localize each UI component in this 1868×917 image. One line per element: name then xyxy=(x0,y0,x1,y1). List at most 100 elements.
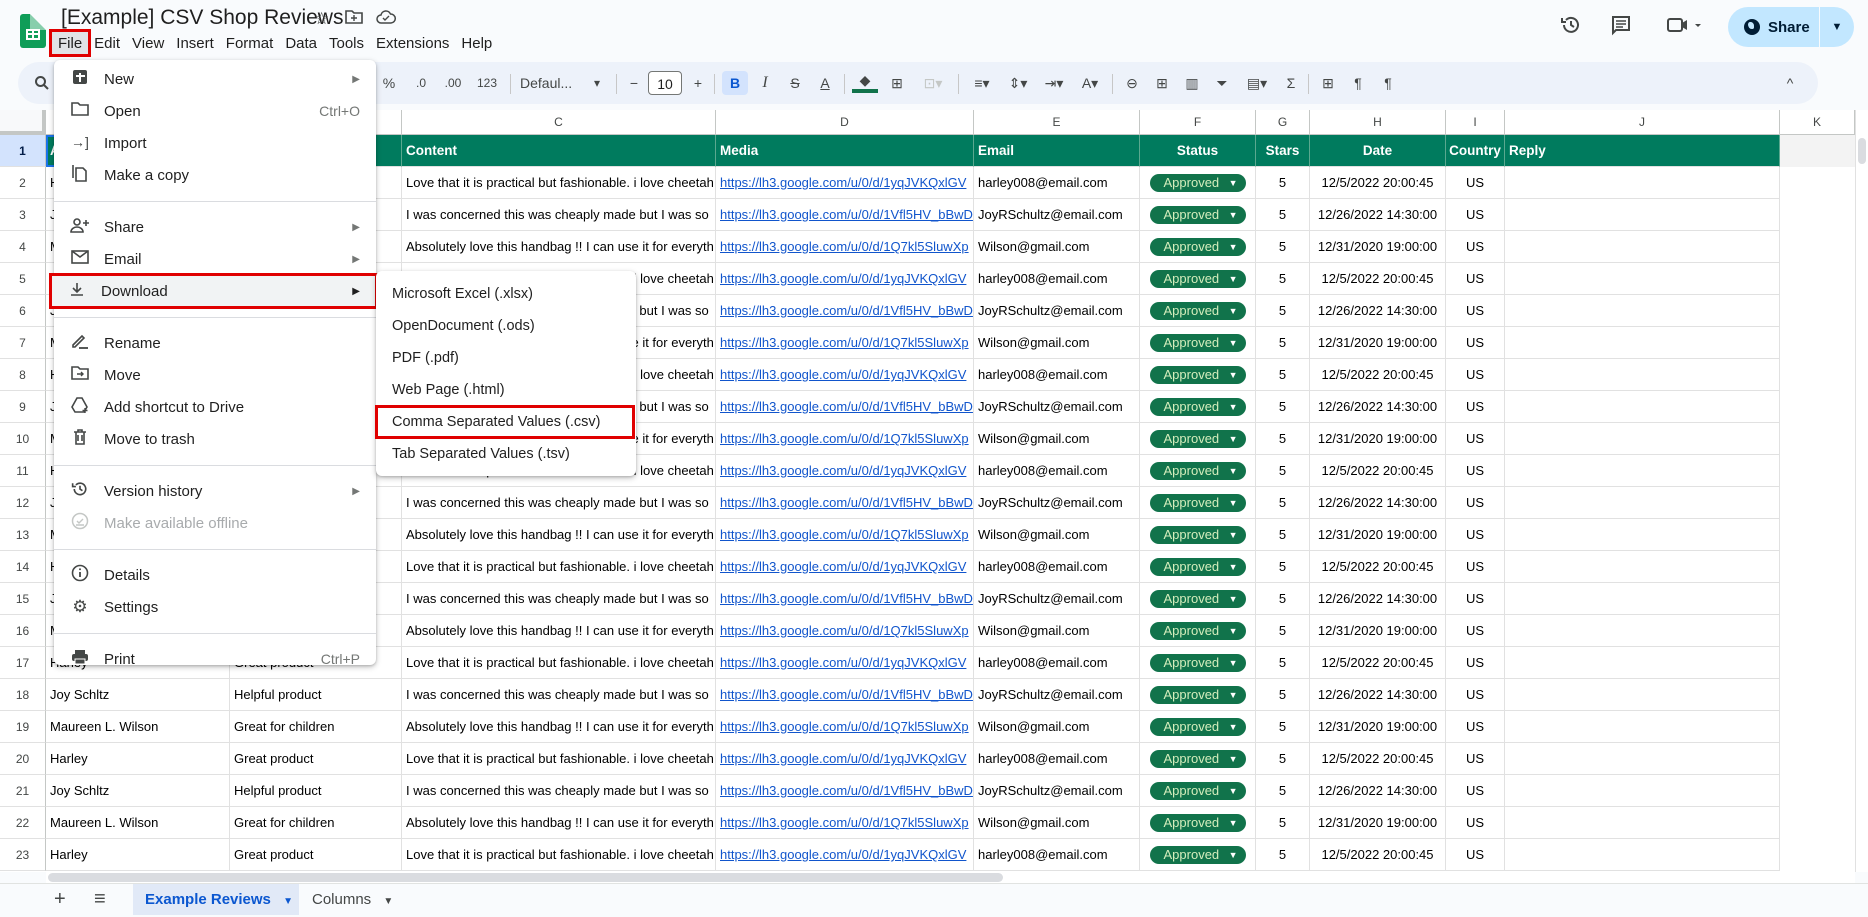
table-cell[interactable]: 12/26/2022 14:30:00 xyxy=(1310,583,1446,615)
table-cell[interactable]: Wilson@gmail.com xyxy=(974,231,1140,263)
media-link[interactable]: https://lh3.google.com/u/0/d/1Vfl5HV_bBw… xyxy=(720,687,973,702)
fill-color-icon[interactable]: ◆ xyxy=(852,71,878,93)
table-cell[interactable]: 5 xyxy=(1256,551,1310,583)
bold-button[interactable]: B xyxy=(722,71,748,95)
table-cell[interactable]: I was concerned this was cheaply made bu… xyxy=(402,487,716,519)
table-cell[interactable]: Approved ▼ xyxy=(1140,359,1256,391)
table-cell[interactable]: Approved ▼ xyxy=(1140,455,1256,487)
table-cell[interactable]: 5 xyxy=(1256,807,1310,839)
table-cell[interactable]: JoyRSchultz@email.com xyxy=(974,679,1140,711)
vertical-scrollbar[interactable] xyxy=(1855,110,1868,872)
table-cell[interactable]: Absolutely love this handbag !! I can us… xyxy=(402,807,716,839)
table-cell[interactable]: US xyxy=(1446,839,1505,871)
table-cell[interactable]: 5 xyxy=(1256,775,1310,807)
table-cell[interactable]: Approved ▼ xyxy=(1140,263,1256,295)
table-cell[interactable] xyxy=(1505,743,1780,775)
table-cell[interactable]: 12/5/2022 20:00:45 xyxy=(1310,647,1446,679)
header-cell[interactable]: Content xyxy=(402,135,716,167)
column-header-e[interactable]: E xyxy=(974,110,1140,135)
table-cell[interactable]: https://lh3.google.com/u/0/d/1yqJVKQxlGV xyxy=(716,263,974,295)
table-cell[interactable]: Love that it is practical but fashionabl… xyxy=(402,551,716,583)
table-cell[interactable] xyxy=(1505,679,1780,711)
table-cell[interactable]: https://lh3.google.com/u/0/d/1Q7kl5SluwX… xyxy=(716,327,974,359)
row-header[interactable]: 3 xyxy=(0,199,46,231)
table-cell[interactable]: https://lh3.google.com/u/0/d/1yqJVKQxlGV xyxy=(716,647,974,679)
table-cell[interactable]: Approved ▼ xyxy=(1140,167,1256,199)
table-cell[interactable]: Great product xyxy=(230,839,402,871)
status-badge[interactable]: Approved ▼ xyxy=(1149,653,1246,672)
table-cell[interactable]: 5 xyxy=(1256,231,1310,263)
table-cell[interactable]: 5 xyxy=(1256,487,1310,519)
menu-file[interactable]: File xyxy=(48,29,92,57)
table-cell[interactable]: Joy Schltz xyxy=(46,775,230,807)
text-wrapping-icon[interactable]: ⇥▾ xyxy=(1038,71,1070,95)
table-cell[interactable]: JoyRSchultz@email.com xyxy=(974,391,1140,423)
row-header[interactable]: 7 xyxy=(0,327,46,359)
file-menu-item-new[interactable]: New ▶ xyxy=(54,63,376,95)
column-header-k[interactable]: K xyxy=(1780,110,1855,135)
download-option-pdf[interactable]: PDF (.pdf) xyxy=(376,342,636,374)
menu-view[interactable]: View xyxy=(126,32,170,54)
table-cell[interactable]: US xyxy=(1446,679,1505,711)
table-cell[interactable]: Harley xyxy=(46,839,230,871)
table-cell[interactable]: Wilson@gmail.com xyxy=(974,327,1140,359)
table-cell[interactable]: Love that it is practical but fashionabl… xyxy=(402,167,716,199)
table-cell[interactable]: Great for children xyxy=(230,711,402,743)
column-header-d[interactable]: D xyxy=(716,110,974,135)
table-cell[interactable]: US xyxy=(1446,551,1505,583)
row-header[interactable]: 10 xyxy=(0,423,46,455)
table-cell[interactable]: 12/26/2022 14:30:00 xyxy=(1310,775,1446,807)
table-cell[interactable]: US xyxy=(1446,487,1505,519)
table-cell[interactable]: Approved ▼ xyxy=(1140,839,1256,871)
star-icon[interactable]: ☆ xyxy=(314,9,329,29)
media-link[interactable]: https://lh3.google.com/u/0/d/1Vfl5HV_bBw… xyxy=(720,399,973,414)
table-cell[interactable]: US xyxy=(1446,455,1505,487)
table-cell[interactable]: US xyxy=(1446,327,1505,359)
table-cell[interactable]: Absolutely love this handbag !! I can us… xyxy=(402,519,716,551)
table-cell[interactable]: Absolutely love this handbag !! I can us… xyxy=(402,231,716,263)
table-cell[interactable]: 5 xyxy=(1256,295,1310,327)
functions-button[interactable]: Σ xyxy=(1280,71,1302,95)
row-header[interactable]: 16 xyxy=(0,615,46,647)
status-badge[interactable]: Approved ▼ xyxy=(1149,813,1246,832)
table-cell[interactable]: Approved ▼ xyxy=(1140,423,1256,455)
media-link[interactable]: https://lh3.google.com/u/0/d/1Q7kl5SluwX… xyxy=(720,527,969,542)
all-sheets-button[interactable]: ≡ xyxy=(94,884,116,915)
table-cell[interactable]: US xyxy=(1446,423,1505,455)
table-cell[interactable]: US xyxy=(1446,167,1505,199)
table-cell[interactable]: https://lh3.google.com/u/0/d/1Vfl5HV_bBw… xyxy=(716,487,974,519)
file-menu-item-move-to-trash[interactable]: Move to trash xyxy=(54,423,376,455)
table-cell[interactable]: Absolutely love this handbag !! I can us… xyxy=(402,615,716,647)
file-menu-item-add-shortcut-to-drive[interactable]: Add shortcut to Drive xyxy=(54,391,376,423)
table-cell[interactable]: https://lh3.google.com/u/0/d/1Q7kl5SluwX… xyxy=(716,711,974,743)
insert-comment-icon[interactable]: ⊞ xyxy=(1150,71,1174,95)
table-cell[interactable]: 12/31/2020 19:00:00 xyxy=(1310,711,1446,743)
table-cell[interactable] xyxy=(1505,839,1780,871)
media-link[interactable]: https://lh3.google.com/u/0/d/1yqJVKQxlGV xyxy=(720,559,966,574)
table-cell[interactable]: JoyRSchultz@email.com xyxy=(974,199,1140,231)
download-option-html[interactable]: Web Page (.html) xyxy=(376,374,636,406)
table-cell[interactable]: US xyxy=(1446,295,1505,327)
search-menus-icon[interactable] xyxy=(30,71,54,95)
table-cell[interactable]: 12/5/2022 20:00:45 xyxy=(1310,455,1446,487)
media-link[interactable]: https://lh3.google.com/u/0/d/1Q7kl5SluwX… xyxy=(720,335,969,350)
table-cell[interactable]: https://lh3.google.com/u/0/d/1Q7kl5SluwX… xyxy=(716,423,974,455)
table-cell[interactable]: Love that it is practical but fashionabl… xyxy=(402,647,716,679)
table-cell[interactable]: 5 xyxy=(1256,615,1310,647)
download-option-xlsx[interactable]: Microsoft Excel (.xlsx) xyxy=(376,278,636,310)
row-header[interactable]: 9 xyxy=(0,391,46,423)
table-cell[interactable]: Maureen L. Wilson xyxy=(46,711,230,743)
media-link[interactable]: https://lh3.google.com/u/0/d/1Vfl5HV_bBw… xyxy=(720,783,973,798)
table-cell[interactable]: US xyxy=(1446,391,1505,423)
table-cell[interactable]: 12/5/2022 20:00:45 xyxy=(1310,359,1446,391)
table-cell[interactable]: Wilson@gmail.com xyxy=(974,807,1140,839)
table-cell[interactable]: Maureen L. Wilson xyxy=(46,807,230,839)
media-link[interactable]: https://lh3.google.com/u/0/d/1Vfl5HV_bBw… xyxy=(720,495,973,510)
table-cell[interactable]: US xyxy=(1446,199,1505,231)
table-cell[interactable]: Wilson@gmail.com xyxy=(974,615,1140,647)
table-cell[interactable]: US xyxy=(1446,647,1505,679)
table-cell[interactable]: Approved ▼ xyxy=(1140,583,1256,615)
table-cell[interactable]: Absolutely love this handbag !! I can us… xyxy=(402,711,716,743)
text-color-button[interactable]: A xyxy=(814,71,836,95)
share-dropdown-button[interactable]: ▼ xyxy=(1820,21,1854,33)
